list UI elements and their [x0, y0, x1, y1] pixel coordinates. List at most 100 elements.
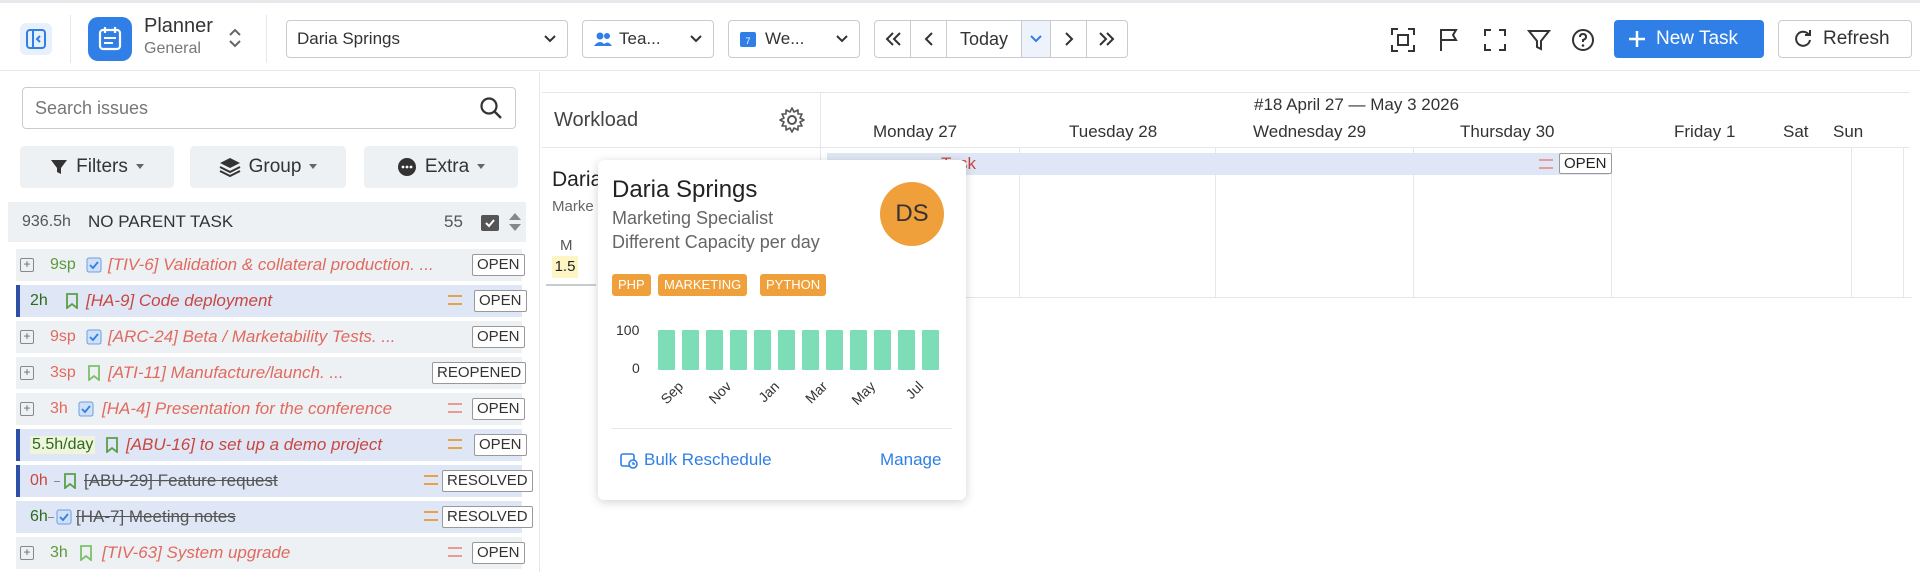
new-task-button[interactable]: New Task [1614, 20, 1764, 58]
scan-focus-icon [1391, 28, 1415, 52]
capacity-bar [778, 330, 795, 370]
bulk-reschedule-link[interactable]: Bulk Reschedule [620, 450, 772, 470]
filters-label: Filters [76, 156, 128, 177]
workload-label: Workload [554, 109, 639, 131]
status-badge[interactable]: OPEN [474, 434, 527, 456]
priority-low-icon [448, 403, 462, 413]
task-row[interactable]: + 9sp [TIV-6] Validation & collateral pr… [16, 249, 525, 281]
extra-button[interactable]: Extra [364, 146, 518, 188]
x-tick-label: May [848, 378, 879, 409]
next-period-button[interactable] [1087, 21, 1127, 57]
filters-button[interactable]: Filters [20, 146, 174, 188]
team-select[interactable]: Tea... [582, 20, 714, 58]
prev-period-button[interactable] [875, 21, 911, 57]
task-title[interactable]: [HA-7] Meeting notes [76, 507, 236, 527]
task-row[interactable]: 5.5h/day [ABU-16] to set up a demo proje… [16, 429, 527, 461]
task-title[interactable]: [HA-4] Presentation for the conference [102, 399, 392, 419]
capacity-bar [826, 330, 843, 370]
extra-label: Extra [424, 156, 470, 177]
flag-button[interactable] [1436, 27, 1462, 53]
status-badge[interactable]: RESOLVED [442, 506, 533, 528]
priority-low-icon [1539, 159, 1553, 169]
chevron-updown-icon[interactable] [228, 27, 242, 49]
task-row[interactable]: 0h [ABU-29] Feature request RESOLVED [16, 465, 533, 497]
gear-icon[interactable] [778, 106, 806, 134]
expand-icon[interactable]: + [20, 546, 34, 560]
expand-icon[interactable]: + [20, 402, 34, 416]
search-input[interactable]: Search issues [22, 87, 516, 129]
help-button[interactable] [1570, 27, 1596, 53]
sidebar-toggle-button[interactable] [20, 23, 52, 55]
task-estimate: 5.5h/day [30, 436, 96, 454]
task-row[interactable]: 6h [HA-7] Meeting notes RESOLVED [16, 501, 533, 533]
skill-tag: PYTHON [760, 274, 827, 296]
focus-button[interactable] [1390, 27, 1416, 53]
date-navigation: Today [874, 20, 1128, 58]
day-header: Friday 1 [1674, 122, 1736, 141]
week-calendar-icon: 7 [740, 32, 756, 47]
svg-text:7: 7 [745, 36, 750, 46]
status-badge[interactable]: RESOLVED [442, 470, 533, 492]
group-title: NO PARENT TASK [88, 212, 234, 231]
task-row[interactable]: + 3h [HA-4] Presentation for the confere… [16, 393, 525, 425]
task-row[interactable]: + 3h [TIV-63] System upgrade OPEN [16, 537, 525, 569]
expand-icon[interactable]: + [20, 258, 34, 272]
task-row[interactable]: + 3sp [ATI-11] Manufacture/launch. ... R… [16, 357, 527, 389]
task-title[interactable]: [TIV-63] System upgrade [102, 543, 290, 563]
task-title[interactable]: [ABU-16] to set up a demo project [126, 435, 382, 455]
group-header[interactable]: 936.5h NO PARENT TASK 55 [8, 202, 526, 242]
users-icon [594, 32, 612, 46]
grid-line [1851, 148, 1852, 298]
x-tick-label: Nov [705, 378, 735, 407]
checkbox-task-icon [78, 401, 94, 417]
view-select[interactable]: 7 We... [728, 20, 860, 58]
task-row[interactable]: 2h [HA-9] Code deployment OPEN [16, 285, 527, 317]
status-badge[interactable]: OPEN [474, 290, 527, 312]
next-button[interactable] [1051, 21, 1087, 57]
task-row[interactable]: + 9sp [ARC-24] Beta / Marketability Test… [16, 321, 525, 353]
status-badge[interactable]: OPEN [472, 254, 525, 276]
day-header: Thursday 30 [1460, 122, 1555, 141]
planner-app-icon[interactable] [88, 17, 132, 61]
prev-button[interactable] [911, 21, 947, 57]
status-badge[interactable]: OPEN [1559, 153, 1612, 174]
filter-button[interactable] [1526, 27, 1552, 53]
resource-select[interactable]: Daria Springs [286, 20, 568, 58]
day-header: Wednesday 29 [1253, 122, 1367, 141]
today-dropdown-button[interactable] [1021, 21, 1051, 57]
checkbox-task-icon [86, 329, 102, 345]
app-name[interactable]: Planner [144, 15, 213, 38]
today-button[interactable]: Today [947, 21, 1021, 57]
manage-link[interactable]: Manage [880, 450, 941, 470]
capacity-bar [658, 330, 675, 370]
task-title[interactable]: [TIV-6] Validation & collateral producti… [108, 255, 434, 275]
calendar-check-icon[interactable] [480, 212, 500, 232]
task-title[interactable]: [ARC-24] Beta / Marketability Tests. ... [108, 327, 396, 347]
new-task-label: New Task [1656, 28, 1739, 49]
divider [266, 15, 267, 63]
view-select-value: We... [765, 29, 805, 48]
status-badge[interactable]: OPEN [472, 326, 525, 348]
status-badge[interactable]: REOPENED [432, 362, 527, 384]
search-icon[interactable] [479, 96, 503, 120]
refresh-button[interactable]: Refresh [1778, 20, 1912, 58]
card-divider [612, 428, 952, 429]
expand-icon[interactable]: + [20, 330, 34, 344]
task-title[interactable]: [ATI-11] Manufacture/launch. ... [108, 363, 344, 383]
task-estimate: 9sp [50, 256, 76, 273]
resource-name[interactable]: Daria [552, 168, 602, 192]
expand-icon [1484, 29, 1506, 51]
sort-icon[interactable] [508, 211, 522, 233]
chevron-down-icon [1030, 35, 1042, 43]
task-title[interactable]: [ABU-29] Feature request [84, 471, 278, 491]
y-tick-label: 0 [632, 360, 640, 376]
fullscreen-button[interactable] [1482, 27, 1508, 53]
task-title[interactable]: [HA-9] Code deployment [86, 291, 272, 311]
status-badge[interactable]: OPEN [472, 542, 525, 564]
capacity-bar [898, 330, 915, 370]
x-tick-label: Mar [801, 378, 831, 407]
group-button[interactable]: Group [190, 146, 346, 188]
expand-icon[interactable]: + [20, 366, 34, 380]
capacity-bar-chart [658, 330, 948, 370]
status-badge[interactable]: OPEN [472, 398, 525, 420]
